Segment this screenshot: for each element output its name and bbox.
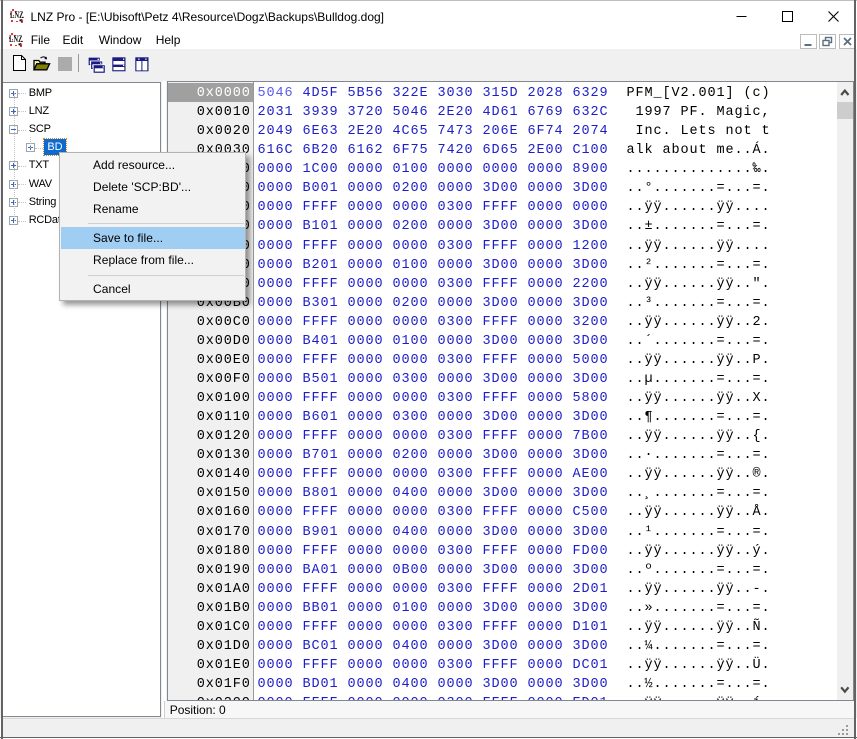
svg-text:LNZ: LNZ [9,34,23,44]
svg-text:LNZ: LNZ [10,10,24,20]
